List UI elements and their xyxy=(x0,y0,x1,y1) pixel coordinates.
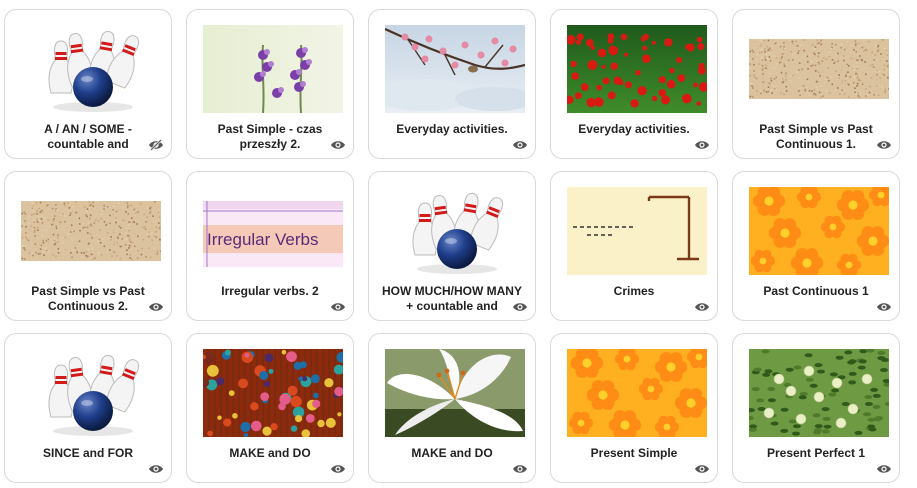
card-thumbnail xyxy=(21,25,161,113)
activity-card[interactable]: Crimes xyxy=(550,171,718,321)
card-title: Crimes xyxy=(613,284,655,298)
card-thumbnail xyxy=(385,25,525,113)
card-title: Past Simple vs Past Continuous 2. xyxy=(31,284,145,313)
card-thumbnail xyxy=(749,25,889,113)
svg-text:Irregular Verbs: Irregular Verbs xyxy=(207,230,319,249)
card-title: MAKE and DO xyxy=(411,446,493,460)
card-title: SINCE and FOR xyxy=(42,446,133,460)
card-thumbnail xyxy=(203,349,343,437)
eye-icon[interactable] xyxy=(512,463,528,475)
eye-icon[interactable] xyxy=(148,463,164,475)
eye-icon[interactable] xyxy=(512,301,528,313)
activity-card[interactable]: MAKE and DO xyxy=(186,333,354,483)
eye-icon[interactable] xyxy=(876,463,892,475)
card-title: MAKE and DO xyxy=(229,446,311,460)
card-thumbnail xyxy=(385,187,525,275)
card-title: Past Continuous 1 xyxy=(763,284,869,298)
eye-icon[interactable] xyxy=(876,139,892,151)
activity-card[interactable]: Everyday activities. xyxy=(368,9,536,159)
card-title: Everyday activities. xyxy=(396,122,508,136)
card-title: A / AN / SOME - countable and xyxy=(44,122,132,151)
card-thumbnail xyxy=(203,25,343,113)
card-title: Past Simple - czas przeszły 2. xyxy=(217,122,323,151)
activity-grid: A / AN / SOME - countable and Past Simpl… xyxy=(0,0,917,488)
activity-card[interactable]: MAKE and DO xyxy=(368,333,536,483)
card-title: HOW MUCH/HOW MANY + countable and xyxy=(382,284,522,313)
eye-icon[interactable] xyxy=(876,301,892,313)
activity-card[interactable]: HOW MUCH/HOW MANY + countable and xyxy=(368,171,536,321)
eye-slash-icon[interactable] xyxy=(148,139,164,151)
eye-icon[interactable] xyxy=(512,139,528,151)
activity-card[interactable]: SINCE and FOR xyxy=(4,333,172,483)
activity-card[interactable]: Present Simple xyxy=(550,333,718,483)
activity-card[interactable]: Everyday activities. xyxy=(550,9,718,159)
card-thumbnail xyxy=(567,349,707,437)
card-thumbnail: Irregular Verbs xyxy=(203,187,343,275)
activity-card[interactable]: Irregular Verbs Irregular verbs. 2 xyxy=(186,171,354,321)
card-thumbnail xyxy=(749,187,889,275)
card-thumbnail xyxy=(385,349,525,437)
card-title: Present Perfect 1 xyxy=(766,446,866,460)
eye-icon[interactable] xyxy=(694,139,710,151)
activity-card[interactable]: Present Perfect 1 xyxy=(732,333,900,483)
activity-card[interactable]: Past Simple vs Past Continuous 2. xyxy=(4,171,172,321)
card-title: Present Simple xyxy=(590,446,678,460)
eye-icon[interactable] xyxy=(330,463,346,475)
card-title: Irregular verbs. 2 xyxy=(221,284,319,298)
card-thumbnail xyxy=(567,25,707,113)
activity-card[interactable]: Past Simple vs Past Continuous 1. xyxy=(732,9,900,159)
activity-card[interactable]: A / AN / SOME - countable and xyxy=(4,9,172,159)
eye-icon[interactable] xyxy=(694,301,710,313)
activity-card[interactable]: Past Continuous 1 xyxy=(732,171,900,321)
eye-icon[interactable] xyxy=(694,463,710,475)
eye-icon[interactable] xyxy=(148,301,164,313)
eye-icon[interactable] xyxy=(330,139,346,151)
card-thumbnail xyxy=(21,187,161,275)
eye-icon[interactable] xyxy=(330,301,346,313)
card-thumbnail xyxy=(567,187,707,275)
card-title: Everyday activities. xyxy=(578,122,690,136)
card-thumbnail xyxy=(749,349,889,437)
card-title: Past Simple vs Past Continuous 1. xyxy=(759,122,873,151)
card-thumbnail xyxy=(21,349,161,437)
activity-card[interactable]: Past Simple - czas przeszły 2. xyxy=(186,9,354,159)
